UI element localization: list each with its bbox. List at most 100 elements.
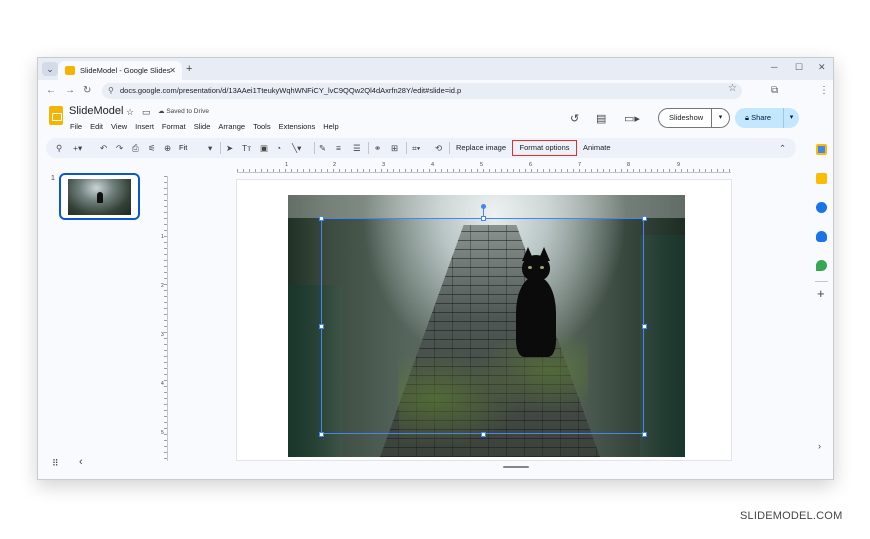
extensions-icon[interactable]: ⧉ [771, 84, 778, 98]
url-text: docs.google.com/presentation/d/13AAei1Tt… [120, 86, 462, 95]
collapse-toolbar-icon[interactable]: ⌃ [779, 141, 786, 155]
menu-help[interactable]: Help [323, 122, 338, 131]
zoom-dropdown-icon[interactable]: ▾ [208, 141, 212, 155]
slideshow-button[interactable]: Slideshow ▾ [658, 108, 730, 128]
slideshow-label: Slideshow [669, 113, 704, 122]
address-bar: ← → ↻ ⚲ docs.google.com/presentation/d/1… [38, 80, 833, 102]
bookmark-star-icon[interactable]: ☆ [728, 83, 737, 94]
rotate-handle[interactable] [481, 204, 486, 209]
toolbar-divider [368, 142, 369, 154]
resize-handle-left[interactable] [319, 324, 324, 329]
editor-area: 1 2 3 4 5 6 7 8 9 1 2 3 4 5 [160, 162, 800, 479]
replace-image-button[interactable]: Replace image [456, 141, 506, 155]
maximize-button[interactable]: ☐ [795, 62, 803, 73]
share-button[interactable]: 🔒︎ Share ▾ [735, 108, 799, 128]
url-input[interactable]: ⚲ docs.google.com/presentation/d/13AAei1… [102, 83, 742, 99]
menu-extensions[interactable]: Extensions [279, 122, 316, 131]
resize-handle-bottom[interactable] [481, 432, 486, 437]
menu-slide[interactable]: Slide [194, 122, 211, 131]
slide-thumbnail[interactable] [59, 173, 140, 220]
undo-icon[interactable]: ↶ [100, 141, 107, 155]
resize-handle-top-left[interactable] [319, 216, 324, 221]
select-cursor-icon[interactable]: ➤ [226, 141, 233, 155]
shape-icon[interactable]: ◔ [276, 141, 281, 155]
menu-format[interactable]: Format [162, 122, 186, 131]
horizontal-ruler: 1 2 3 4 5 6 7 8 9 [237, 162, 731, 173]
comments-icon[interactable]: ▤ [596, 112, 606, 125]
star-icon[interactable]: ☆ [126, 107, 134, 118]
version-history-icon[interactable]: ↺ [570, 112, 579, 125]
text-box-icon[interactable]: Tт [242, 141, 251, 155]
ruler-label: 7 [578, 162, 582, 168]
collapse-panel-icon[interactable]: ‹ [79, 456, 83, 468]
format-options-button[interactable]: Format options [512, 140, 577, 156]
new-tab-button[interactable]: + [186, 61, 192, 77]
document-title[interactable]: SlideModel [69, 105, 123, 117]
maps-icon[interactable] [816, 260, 827, 271]
menu-edit[interactable]: Edit [90, 122, 103, 131]
calendar-icon[interactable] [816, 144, 827, 155]
toolbar-divider [220, 142, 221, 154]
resize-handle-bottom-right[interactable] [642, 432, 647, 437]
show-side-panel-chevron-icon[interactable]: › [818, 441, 821, 451]
paint-format-icon[interactable]: ⚟ [148, 141, 156, 155]
reload-icon[interactable]: ↻ [83, 84, 91, 98]
line-icon[interactable]: ╲▾ [292, 141, 301, 155]
back-arrow-icon[interactable]: ← [46, 84, 56, 98]
crop-icon[interactable]: ⌗▾ [412, 141, 420, 155]
saved-status: ☁ Saved to Drive [158, 108, 209, 115]
insert-image-icon[interactable]: ▣ [260, 141, 268, 155]
border-color-icon[interactable]: ✎ [319, 141, 326, 155]
menu-view[interactable]: View [111, 122, 127, 131]
animate-button[interactable]: Animate [583, 141, 611, 155]
slide-canvas[interactable] [237, 180, 731, 460]
keep-icon[interactable] [816, 173, 827, 184]
redo-icon[interactable]: ↷ [116, 141, 123, 155]
forward-arrow-icon[interactable]: → [65, 84, 75, 98]
tab-search-icon[interactable]: ⌄ [42, 62, 58, 76]
slides-logo-icon[interactable] [49, 106, 63, 125]
site-info-icon[interactable]: ⚲ [108, 83, 114, 99]
browser-tab[interactable]: SlideModel - Google Slides ✕ [58, 61, 182, 80]
ruler-label: 5 [161, 430, 164, 436]
zoom-select[interactable]: Fit [179, 141, 187, 155]
grid-view-icon[interactable]: ⠿ [52, 458, 59, 469]
ruler-label: 2 [161, 283, 164, 289]
menu-file[interactable]: File [70, 122, 82, 131]
speaker-notes-drag-handle[interactable] [503, 466, 529, 468]
get-addons-plus-icon[interactable]: + [817, 287, 825, 300]
new-slide-icon[interactable]: +▾ [73, 141, 82, 155]
meet-camera-icon[interactable]: ▭▸ [624, 112, 640, 125]
thumbnail-image [68, 179, 131, 215]
move-folder-icon[interactable]: ▭ [142, 107, 151, 118]
resize-handle-top-right[interactable] [642, 216, 647, 221]
search-menus-icon[interactable]: ⚲ [56, 141, 62, 155]
close-window-button[interactable]: ✕ [818, 62, 826, 73]
app-header: SlideModel ☆ ▭ ☁ Saved to Drive File Edi… [38, 102, 833, 136]
tab-close-icon[interactable]: ✕ [169, 61, 176, 80]
filmstrip-panel: 1 ⠿ ‹ [38, 162, 150, 479]
menu-bar: File Edit View Insert Format Slide Arran… [70, 122, 339, 131]
insert-link-icon[interactable]: ⚭ [374, 141, 381, 155]
menu-insert[interactable]: Insert [135, 122, 154, 131]
menu-arrange[interactable]: Arrange [218, 122, 245, 131]
add-comment-icon[interactable]: ⊞ [391, 141, 398, 155]
contacts-icon[interactable] [816, 231, 827, 242]
ruler-label: 4 [161, 381, 164, 387]
share-dropdown-icon[interactable]: ▾ [783, 108, 799, 128]
browser-menu-icon[interactable]: ⋮ [819, 84, 829, 98]
selection-box[interactable] [321, 218, 644, 434]
slideshow-dropdown-icon[interactable]: ▾ [711, 109, 729, 127]
toolbar-divider [406, 142, 407, 154]
menu-tools[interactable]: Tools [253, 122, 271, 131]
border-weight-icon[interactable]: ≡ [336, 141, 341, 155]
minimize-button[interactable]: ─ [771, 62, 777, 72]
reset-image-icon[interactable]: ⟲ [435, 141, 442, 155]
resize-handle-top[interactable] [481, 216, 486, 221]
print-icon[interactable]: ⎙ [132, 141, 139, 155]
resize-handle-bottom-left[interactable] [319, 432, 324, 437]
border-dash-icon[interactable]: ☰ [353, 141, 361, 155]
tasks-icon[interactable] [816, 202, 827, 213]
zoom-icon[interactable]: ⊕ [164, 141, 171, 155]
resize-handle-right[interactable] [642, 324, 647, 329]
